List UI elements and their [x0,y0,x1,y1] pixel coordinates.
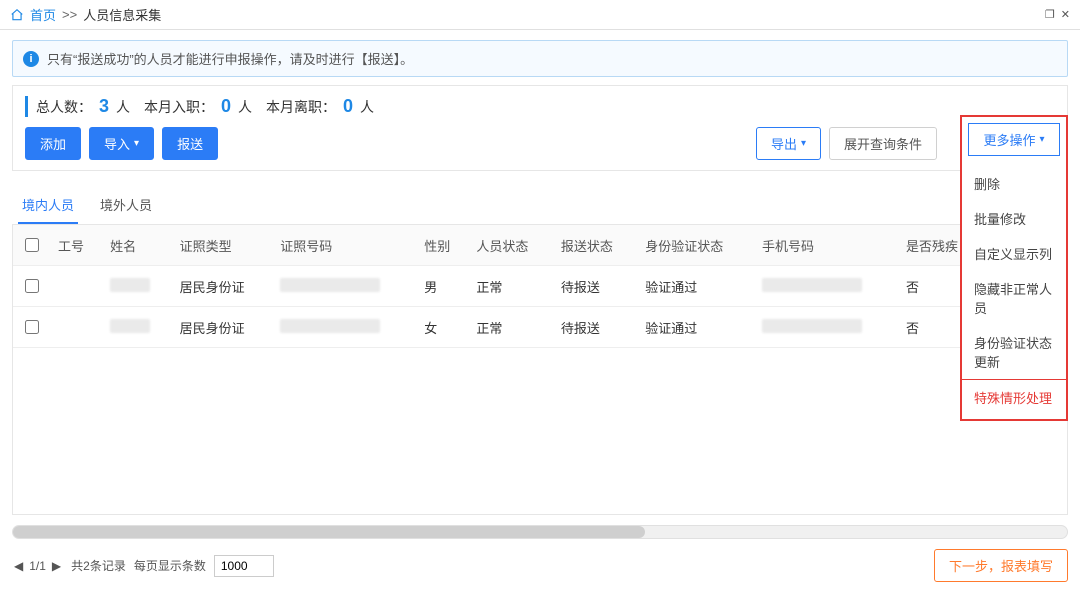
people-table: 工号 姓名 证照类型 证照号码 性别 人员状态 报送状态 身份验证状态 手机号码… [13,225,1067,348]
submit-button[interactable]: 报送 [162,127,218,160]
menu-custom-columns[interactable]: 自定义显示列 [962,236,1066,271]
redacted-name [110,319,150,333]
table-row[interactable]: 居民身份证 男 正常 待报送 验证通过 否 否 [13,266,1067,307]
import-button[interactable]: 导入 ▾ [89,127,154,160]
redacted-phone [762,278,862,292]
redacted-id [280,278,380,292]
menu-refresh-verify[interactable]: 身份验证状态更新 [962,325,1066,379]
more-operations-menu: 删除 批量修改 自定义显示列 隐藏非正常人员 身份验证状态更新 特殊情形处理 [962,162,1066,419]
col-verify-status: 身份验证状态 [637,225,754,266]
leave-value: 0 [340,96,356,117]
info-icon: i [23,51,39,67]
total-value: 3 [96,96,112,117]
breadcrumb-sep: >> [62,7,77,22]
redacted-phone [762,319,862,333]
cell-verify-status: 验证通过 [637,266,754,307]
redacted-id [280,319,380,333]
cell-gender: 女 [416,307,468,348]
more-operations-button[interactable]: 更多操作 ▾ [968,123,1060,156]
chevron-down-icon: ▾ [134,138,139,149]
expand-filter-button[interactable]: 展开查询条件 [829,127,937,160]
table-container: 工号 姓名 证照类型 证照号码 性别 人员状态 报送状态 身份验证状态 手机号码… [12,225,1068,515]
menu-delete[interactable]: 删除 [962,166,1066,201]
menu-special-case[interactable]: 特殊情形处理 [962,379,1066,415]
row-checkbox[interactable] [25,320,39,334]
cell-id-type: 居民身份证 [172,307,273,348]
col-employee-id: 工号 [50,225,102,266]
table-row[interactable]: 居民身份证 女 正常 待报送 验证通过 否 否 [13,307,1067,348]
page-title: 人员信息采集 [83,5,161,24]
scrollbar-thumb[interactable] [13,526,645,538]
cell-submit-status: 待报送 [553,266,637,307]
window-restore-icon[interactable]: ❐ [1045,8,1055,21]
col-phone: 手机号码 [754,225,898,266]
new-unit: 人 [238,97,252,117]
more-operations-callout: 更多操作 ▾ 删除 批量修改 自定义显示列 隐藏非正常人员 身份验证状态更新 特… [960,115,1068,421]
total-unit: 人 [116,97,130,117]
cell-id-type: 居民身份证 [172,266,273,307]
summary-counts: 总人数： 3 人 本月入职： 0 人 本月离职： 0 人 [25,96,1055,117]
menu-batch-edit[interactable]: 批量修改 [962,201,1066,236]
total-label: 总人数： [36,97,92,117]
export-button-label: 导出 [771,134,797,153]
leave-label: 本月离职： [266,97,336,117]
cell-gender: 男 [416,266,468,307]
add-button[interactable]: 添加 [25,127,81,160]
breadcrumb: 首页 >> 人员信息采集 ❐ ✕ [0,0,1080,30]
cell-status: 正常 [468,266,552,307]
cell-verify-status: 验证通过 [637,307,754,348]
redacted-name [110,278,150,292]
tab-overseas[interactable]: 境外人员 [96,189,156,224]
notice-banner: i 只有“报送成功”的人员才能进行申报操作，请及时进行【报送】。 [12,40,1068,77]
window-close-icon[interactable]: ✕ [1061,8,1070,21]
new-value: 0 [218,96,234,117]
export-button[interactable]: 导出 ▾ [756,127,821,160]
col-submit-status: 报送状态 [553,225,637,266]
tab-domestic[interactable]: 境内人员 [18,189,78,224]
col-name: 姓名 [102,225,172,266]
home-icon [10,8,24,22]
cell-status: 正常 [468,307,552,348]
col-status: 人员状态 [468,225,552,266]
notice-text: 只有“报送成功”的人员才能进行申报操作，请及时进行【报送】。 [47,49,413,68]
leave-unit: 人 [360,97,374,117]
new-label: 本月入职： [144,97,214,117]
col-gender: 性别 [416,225,468,266]
tabs: 境内人员 境外人员 [12,183,1068,225]
col-id-number: 证照号码 [272,225,416,266]
horizontal-scrollbar[interactable] [12,525,1068,539]
menu-hide-abnormal[interactable]: 隐藏非正常人员 [962,271,1066,325]
action-row: 添加 导入 ▾ 报送 导出 ▾ 展开查询条件 [25,127,1055,160]
row-checkbox[interactable] [25,279,39,293]
cell-submit-status: 待报送 [553,307,637,348]
breadcrumb-home[interactable]: 首页 [30,5,56,24]
import-button-label: 导入 [104,134,130,153]
chevron-down-icon: ▾ [801,138,806,149]
more-operations-label: 更多操作 [983,130,1035,149]
select-all-checkbox[interactable] [25,238,39,252]
chevron-down-icon: ▾ [1039,134,1044,145]
col-id-type: 证照类型 [172,225,273,266]
